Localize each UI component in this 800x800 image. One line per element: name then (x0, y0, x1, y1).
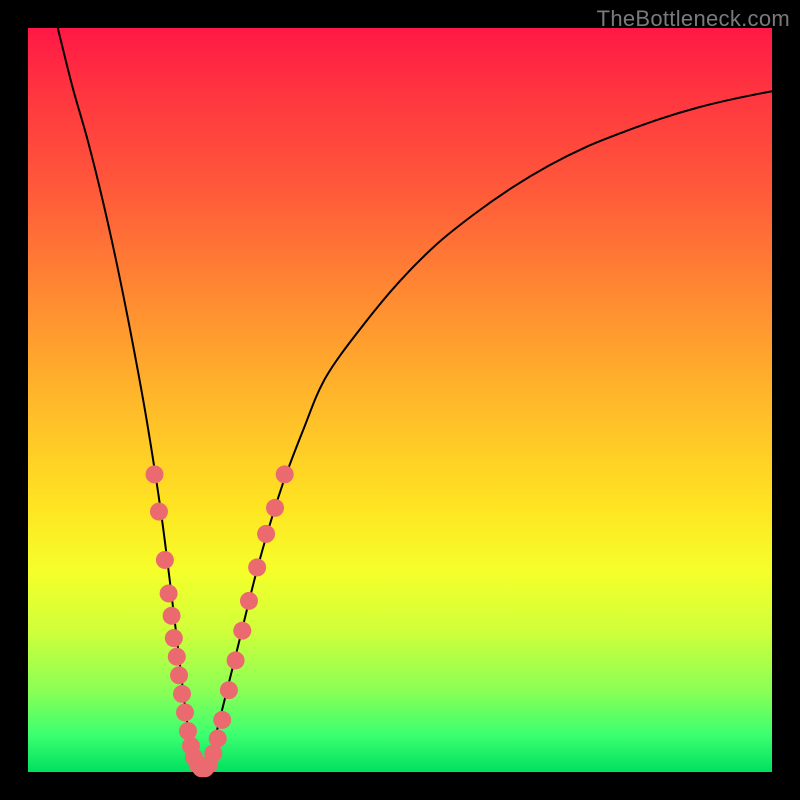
data-marker (150, 503, 168, 521)
data-marker (156, 551, 174, 569)
data-marker (209, 730, 227, 748)
data-marker (163, 607, 181, 625)
data-marker (170, 666, 188, 684)
data-marker (160, 584, 178, 602)
data-marker (257, 525, 275, 543)
watermark-text: TheBottleneck.com (597, 6, 790, 32)
chart-frame: TheBottleneck.com (0, 0, 800, 800)
data-marker (168, 648, 186, 666)
data-marker (266, 499, 284, 517)
data-marker (173, 685, 191, 703)
data-marker (220, 681, 238, 699)
data-marker (227, 651, 245, 669)
bottleneck-curve-svg (28, 28, 772, 772)
data-marker (145, 465, 163, 483)
data-marker (248, 558, 266, 576)
data-marker (276, 465, 294, 483)
bottleneck-curve-path (58, 28, 772, 777)
data-marker (176, 703, 194, 721)
data-marker (213, 711, 231, 729)
data-marker (240, 592, 258, 610)
marker-group (145, 465, 293, 777)
data-marker (179, 722, 197, 740)
plot-area (28, 28, 772, 772)
data-marker (165, 629, 183, 647)
data-marker (233, 622, 251, 640)
